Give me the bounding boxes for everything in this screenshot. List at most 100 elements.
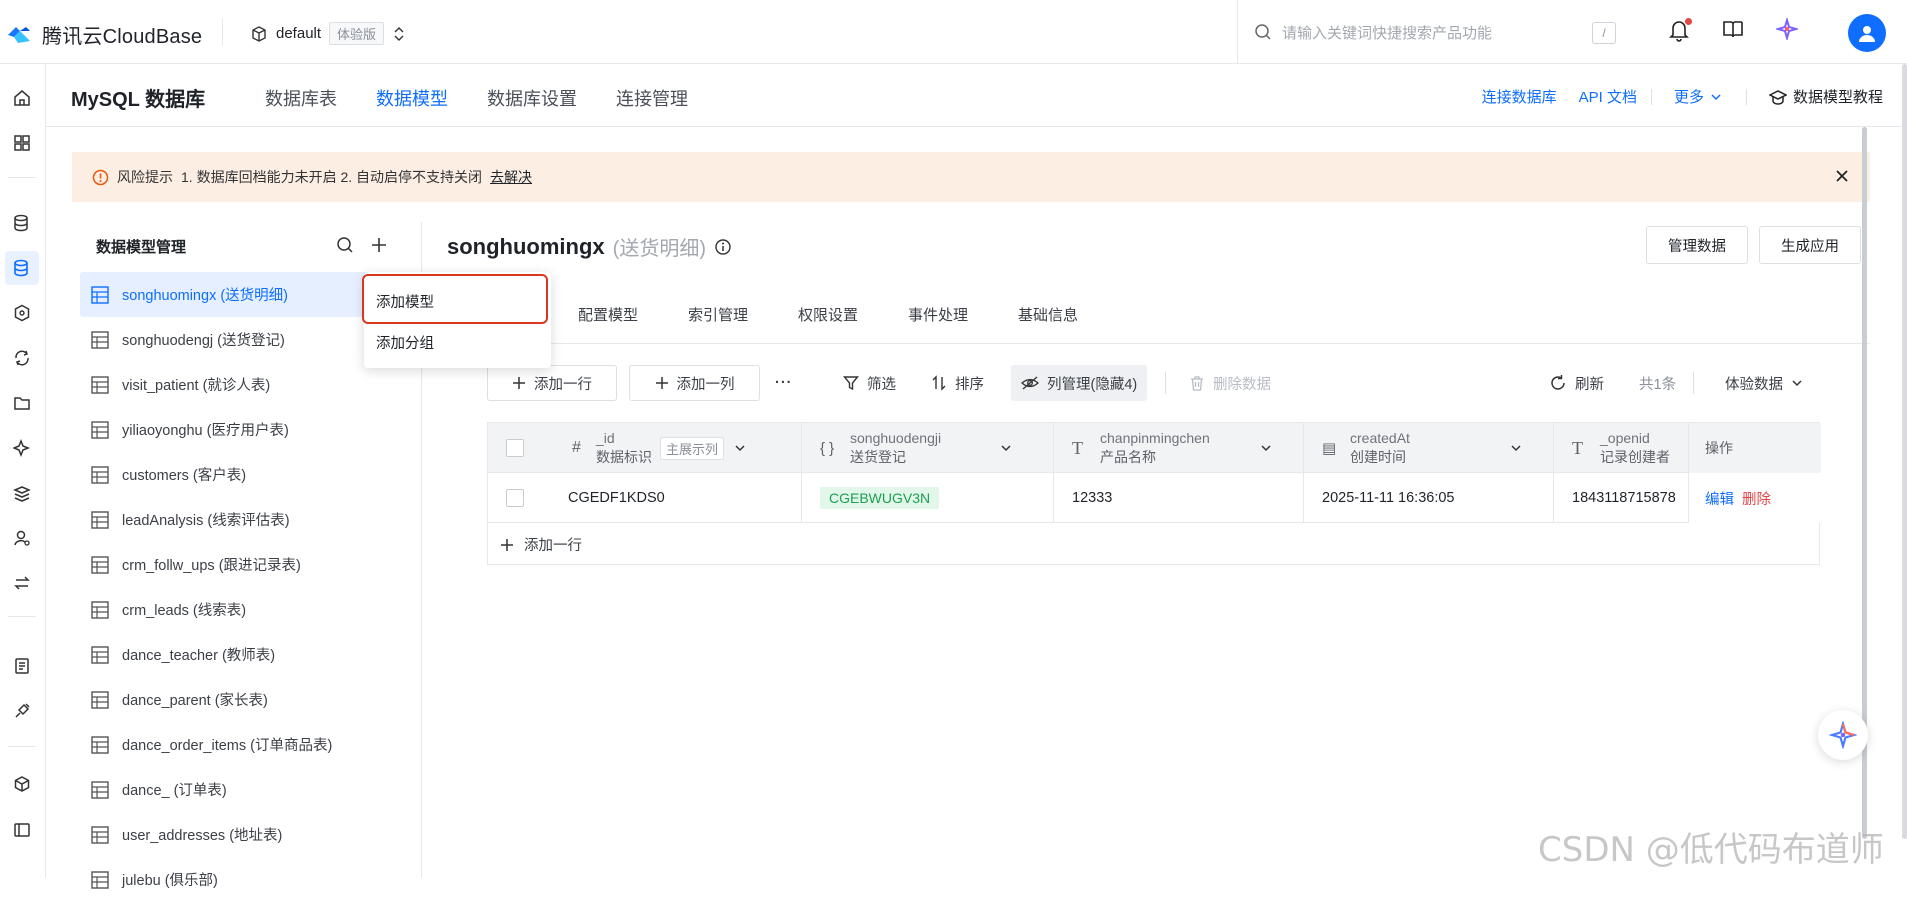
relation-tag[interactable]: CGEBWUGV3N xyxy=(820,487,940,509)
global-search[interactable]: 请输入关键词快捷搜索产品功能 / xyxy=(1237,0,1634,64)
filter-button[interactable]: 筛选 xyxy=(843,365,896,401)
manage-data-button[interactable]: 管理数据 xyxy=(1646,226,1748,264)
search-icon[interactable] xyxy=(336,236,354,254)
nav-mysql[interactable] xyxy=(5,251,39,285)
nav-cloud-run[interactable] xyxy=(5,341,39,375)
nav-extensions[interactable] xyxy=(5,694,39,728)
column-header-createdat[interactable]: ▤ createdAt 创建时间 xyxy=(1322,423,1522,473)
column-header-chanpinmingchen[interactable]: T chanpinmingchen 产品名称 xyxy=(1072,423,1272,473)
info-icon[interactable] xyxy=(714,238,732,256)
model-item[interactable]: julebu (俱乐部) xyxy=(80,857,416,902)
add-menu-popup: 添加模型 添加分组 xyxy=(362,272,551,368)
tab-index-manage[interactable]: 索引管理 xyxy=(688,304,748,325)
alert-text: 1. 数据库回档能力未开启 2. 自动启停不支持关闭 xyxy=(181,169,483,185)
add-column-button[interactable]: 添加一列 xyxy=(629,365,760,401)
ai-assistant-float-button[interactable] xyxy=(1818,710,1868,760)
cell-songhuodengji: CGEBWUGV3N xyxy=(820,473,940,523)
tab-db-settings[interactable]: 数据库设置 xyxy=(487,85,577,111)
env-switcher[interactable]: default 体验版 xyxy=(250,22,406,45)
brand-logo[interactable]: 腾讯云CloudBase xyxy=(6,20,202,49)
model-item[interactable]: leadAnalysis (线索评估表) xyxy=(80,497,416,542)
model-item-label: crm_follw_ups (跟进记录表) xyxy=(122,558,301,574)
nav-integration[interactable] xyxy=(5,566,39,600)
column-manage-label: 列管理(隐藏4) xyxy=(1047,376,1138,393)
nav-users[interactable] xyxy=(5,521,39,555)
page-scrollbar[interactable] xyxy=(1902,64,1907,839)
select-all-checkbox[interactable] xyxy=(506,423,524,473)
model-item[interactable]: visit_patient (就诊人表) xyxy=(80,362,416,407)
add-model-menu-item[interactable]: 添加模型 xyxy=(376,291,434,312)
chevron-down-icon[interactable] xyxy=(734,442,746,454)
notification-button[interactable] xyxy=(1668,18,1692,42)
column-header-id[interactable]: # _id 数据标识 主展示列 xyxy=(572,423,746,473)
alert-fix-link[interactable]: 去解决 xyxy=(490,167,532,187)
nav-storage[interactable] xyxy=(5,386,39,420)
column-header-songhuodengji[interactable]: { } songhuodengji 送货登记 xyxy=(820,423,1012,473)
table-add-row-button[interactable]: 添加一行 xyxy=(500,523,582,566)
package-icon xyxy=(13,775,31,793)
tab-events[interactable]: 事件处理 xyxy=(908,304,968,325)
model-item-label: crm_leads (线索表) xyxy=(122,603,247,619)
data-env-select[interactable]: 体验数据 xyxy=(1725,365,1803,401)
add-group-menu-item[interactable]: 添加分组 xyxy=(376,332,434,353)
tab-data-models[interactable]: 数据模型 xyxy=(376,85,448,111)
model-item[interactable]: dance_teacher (教师表) xyxy=(80,632,416,677)
edit-link[interactable]: 编辑 xyxy=(1705,488,1734,509)
refresh-button[interactable]: 刷新 xyxy=(1549,365,1604,401)
table-row[interactable]: CGEDF1KDS0 CGEBWUGV3N 12333 2025-11-11 1… xyxy=(488,473,1821,523)
divider xyxy=(1650,88,1652,105)
model-item[interactable]: yiliaoyonghu (医疗用户表) xyxy=(80,407,416,452)
ai-assistant-button[interactable] xyxy=(1776,18,1798,40)
model-item[interactable]: crm_follw_ups (跟进记录表) xyxy=(80,542,416,587)
api-docs-link[interactable]: API 文档 xyxy=(1579,86,1637,107)
column-header-openid[interactable]: T _openid 记录创建者 xyxy=(1572,423,1688,473)
tab-permissions[interactable]: 权限设置 xyxy=(798,304,858,325)
generate-app-button[interactable]: 生成应用 xyxy=(1759,226,1861,264)
nav-functions[interactable] xyxy=(5,296,39,330)
tab-basic-info[interactable]: 基础信息 xyxy=(1018,304,1078,325)
nav-dashboard[interactable] xyxy=(5,126,39,160)
tab-connections[interactable]: 连接管理 xyxy=(616,85,688,111)
model-item[interactable]: dance_ (订单表) xyxy=(80,767,416,812)
column-manage-button[interactable]: 列管理(隐藏4) xyxy=(1011,365,1148,401)
column-label: 数据标识 xyxy=(596,449,652,465)
nav-database[interactable] xyxy=(5,206,39,240)
more-actions-button[interactable]: ··· xyxy=(775,365,793,401)
chevron-down-icon[interactable] xyxy=(1260,442,1272,454)
nav-divider xyxy=(8,177,36,178)
tab-config-model[interactable]: 配置模型 xyxy=(578,304,638,325)
more-menu[interactable]: 更多 xyxy=(1674,86,1704,107)
add-row-button[interactable]: 添加一行 xyxy=(487,365,617,401)
table-icon xyxy=(90,870,110,890)
add-icon[interactable] xyxy=(370,236,388,254)
database-title: MySQL 数据库 xyxy=(71,89,206,111)
nav-marketplace[interactable] xyxy=(5,767,39,801)
user-avatar[interactable] xyxy=(1848,14,1886,52)
connect-database-link[interactable]: 连接数据库 xyxy=(1482,86,1557,107)
row-checkbox[interactable] xyxy=(506,473,524,523)
delete-link[interactable]: 删除 xyxy=(1742,488,1771,509)
nav-layers[interactable] xyxy=(5,476,39,510)
tutorial-link[interactable]: 数据模型教程 xyxy=(1793,86,1883,107)
docs-button[interactable] xyxy=(1722,18,1744,40)
table-icon xyxy=(90,285,110,305)
chevron-down-icon[interactable] xyxy=(1510,442,1522,454)
model-item[interactable]: crm_leads (线索表) xyxy=(80,587,416,632)
nav-home[interactable] xyxy=(5,81,39,115)
nav-collapse[interactable] xyxy=(5,813,39,847)
table-icon xyxy=(90,780,110,800)
divider xyxy=(1745,88,1747,105)
close-icon[interactable] xyxy=(1834,168,1850,184)
delete-data-button[interactable]: 删除数据 xyxy=(1189,365,1271,401)
nav-billing[interactable] xyxy=(5,649,39,683)
model-item[interactable]: dance_order_items (订单商品表) xyxy=(80,722,416,767)
chevron-down-icon[interactable] xyxy=(1000,442,1012,454)
model-item[interactable]: customers (客户表) xyxy=(80,452,416,497)
divider xyxy=(1693,372,1694,394)
sort-button[interactable]: 排序 xyxy=(931,365,984,401)
tab-tables[interactable]: 数据库表 xyxy=(265,85,337,111)
model-item[interactable]: user_addresses (地址表) xyxy=(80,812,416,857)
database-icon xyxy=(13,214,31,232)
model-item[interactable]: dance_parent (家长表) xyxy=(80,677,416,722)
nav-ai[interactable] xyxy=(5,431,39,465)
